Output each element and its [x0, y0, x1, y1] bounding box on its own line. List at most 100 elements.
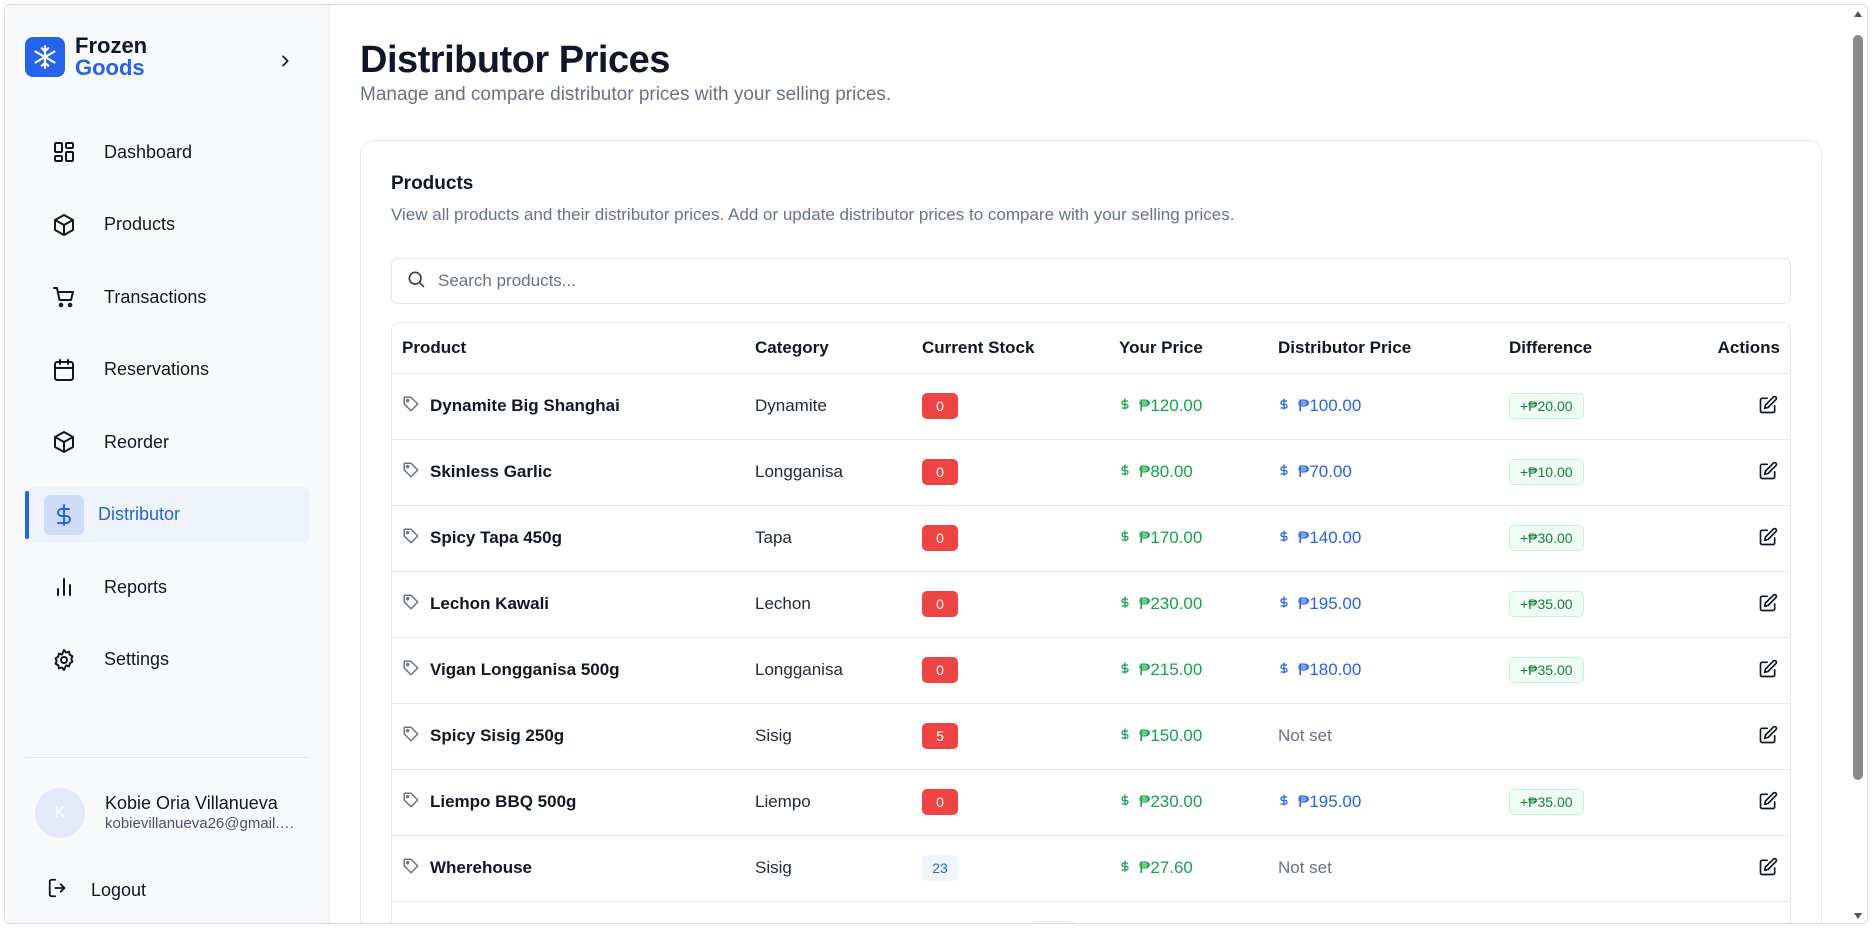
edit-icon[interactable] — [1756, 789, 1780, 813]
brand-line-1: Frozen — [75, 33, 148, 58]
product-name: Lechon Kawali — [430, 594, 550, 613]
product-name: Vigan Longganisa 500g — [430, 660, 620, 679]
edit-icon[interactable] — [1756, 525, 1780, 549]
edit-icon[interactable] — [1756, 855, 1780, 879]
calendar-icon — [51, 357, 77, 383]
distributor-price: ₱100.00 — [1278, 396, 1361, 416]
your-price: ₱215.00 — [1119, 660, 1202, 680]
stock-badge: 0 — [922, 459, 958, 485]
sidebar-item-products[interactable]: Products — [25, 197, 310, 253]
sidebar-item-reservations[interactable]: Reservations — [25, 342, 310, 398]
tag-icon — [402, 395, 420, 418]
col-header-your-price[interactable]: Your Price — [1119, 323, 1278, 374]
your-price-value: ₱120.00 — [1139, 396, 1203, 415]
difference-badge: +₱20.00 — [1509, 393, 1584, 419]
scrollbar-thumb[interactable] — [1853, 35, 1863, 780]
brand[interactable]: Frozen Goods — [25, 35, 147, 79]
sidebar-item-distributor[interactable]: Distributor — [25, 486, 310, 543]
your-price-value: ₱27.60 — [1139, 858, 1193, 877]
box-icon — [51, 429, 77, 455]
distributor-price-value: ₱195.00 — [1298, 594, 1362, 613]
dollar-icon — [1278, 595, 1290, 613]
distributor-price-value: ₱180.00 — [1298, 660, 1362, 679]
distributor-price-not-set: Not set — [1278, 726, 1332, 745]
difference-badge: +₱35.00 — [1509, 657, 1584, 683]
scroll-down-arrow-icon[interactable] — [1854, 913, 1862, 919]
dollar-icon — [1119, 727, 1131, 745]
sidebar-item-reports[interactable]: Reports — [25, 559, 310, 615]
table-body: Dynamite Big Shanghai Dynamite 0 ₱120.00 ₱10… — [392, 373, 1790, 902]
app-window: Frozen Goods Dashboard Products Transact… — [4, 4, 1868, 924]
stock-badge: 0 — [922, 525, 958, 551]
card-title: Products — [391, 173, 474, 194]
vertical-scrollbar[interactable] — [1849, 5, 1867, 923]
pagination-stub[interactable] — [1032, 921, 1076, 923]
distributor-price: ₱140.00 — [1278, 528, 1361, 548]
stock-badge: 0 — [922, 657, 958, 683]
stock-badge: 0 — [922, 393, 958, 419]
col-header-stock[interactable]: Current Stock — [922, 323, 1119, 374]
tag-icon — [402, 725, 420, 748]
difference-badge: +₱35.00 — [1509, 591, 1584, 617]
category-cell: Dynamite — [755, 373, 922, 440]
dollar-icon — [1119, 397, 1131, 415]
snowflake-icon — [25, 37, 65, 77]
distributor-price-value: ₱140.00 — [1298, 528, 1362, 547]
col-header-product[interactable]: Product — [392, 323, 755, 374]
difference-badge: +₱35.00 — [1509, 789, 1584, 815]
sidebar-item-dashboard[interactable]: Dashboard — [25, 124, 310, 180]
sidebar-item-reorder[interactable]: Reorder — [25, 414, 310, 470]
tag-icon — [402, 527, 420, 550]
edit-icon[interactable] — [1756, 657, 1780, 681]
dollar-icon — [1278, 793, 1290, 811]
tag-icon — [402, 593, 420, 616]
edit-icon[interactable] — [1756, 393, 1780, 417]
search-box[interactable] — [391, 258, 1791, 304]
table-row: Liempo BBQ 500g Liempo 0 ₱230.00 ₱195.00 +₱35… — [392, 769, 1790, 836]
page-subtitle: Manage and compare distributor prices wi… — [360, 84, 892, 105]
brand-line-2: Goods — [75, 55, 145, 80]
sidebar-nav: Dashboard Products Transactions Reservat… — [25, 124, 310, 704]
sidebar-item-label: Distributor — [98, 504, 181, 524]
col-header-category[interactable]: Category — [755, 323, 922, 374]
product-cell: Spicy Tapa 450g — [402, 527, 755, 550]
table-row: Wherehouse Sisig 23 ₱27.60 Not set — [392, 835, 1790, 902]
table-row: Lechon Kawali Lechon 0 ₱230.00 ₱195.00 +₱35.0… — [392, 571, 1790, 638]
sidebar-item-label: Reorder — [104, 431, 170, 452]
edit-icon[interactable] — [1756, 591, 1780, 615]
distributor-price-value: ₱70.00 — [1298, 462, 1352, 481]
product-name: Dynamite Big Shanghai — [430, 396, 620, 415]
category-cell: Tapa — [755, 505, 922, 572]
dollar-icon — [1119, 793, 1131, 811]
distributor-price: ₱180.00 — [1278, 660, 1361, 680]
dashboard-grid-icon — [51, 139, 77, 165]
sidebar-item-label: Reservations — [104, 359, 210, 379]
user-email: kobievillanueva26@gmail.c... — [105, 815, 295, 832]
product-cell: Liempo BBQ 500g — [402, 791, 755, 814]
sidebar-item-transactions[interactable]: Transactions — [25, 269, 310, 325]
scroll-up-arrow-icon[interactable] — [1854, 11, 1862, 17]
distributor-price-not-set: Not set — [1278, 858, 1332, 877]
chevron-right-icon[interactable] — [273, 49, 297, 73]
sidebar: Frozen Goods Dashboard Products Transact… — [5, 5, 330, 923]
search-input[interactable] — [438, 271, 1738, 291]
box-icon — [51, 212, 77, 238]
your-price-value: ₱230.00 — [1139, 792, 1203, 811]
col-header-distributor-price[interactable]: Distributor Price — [1278, 323, 1509, 374]
user-profile[interactable]: K Kobie Oria Villanueva kobievillanueva2… — [35, 788, 295, 838]
your-price: ₱230.00 — [1119, 594, 1202, 614]
bar-chart-icon — [51, 574, 77, 600]
dollar-icon — [1119, 595, 1131, 613]
edit-icon[interactable] — [1756, 723, 1780, 747]
table-row: Spicy Tapa 450g Tapa 0 ₱170.00 ₱140.00 +₱30.0… — [392, 505, 1790, 572]
col-header-difference[interactable]: Difference — [1509, 323, 1669, 374]
tag-icon — [402, 791, 420, 814]
main-content: Distributor Prices Manage and compare di… — [330, 5, 1850, 923]
your-price: ₱27.60 — [1119, 858, 1193, 878]
logout-button[interactable]: Logout — [47, 877, 146, 904]
stock-badge: 23 — [922, 855, 958, 881]
sidebar-item-label: Products — [104, 214, 176, 234]
edit-icon[interactable] — [1756, 459, 1780, 483]
your-price: ₱120.00 — [1119, 396, 1202, 416]
sidebar-item-settings[interactable]: Settings — [25, 632, 310, 688]
